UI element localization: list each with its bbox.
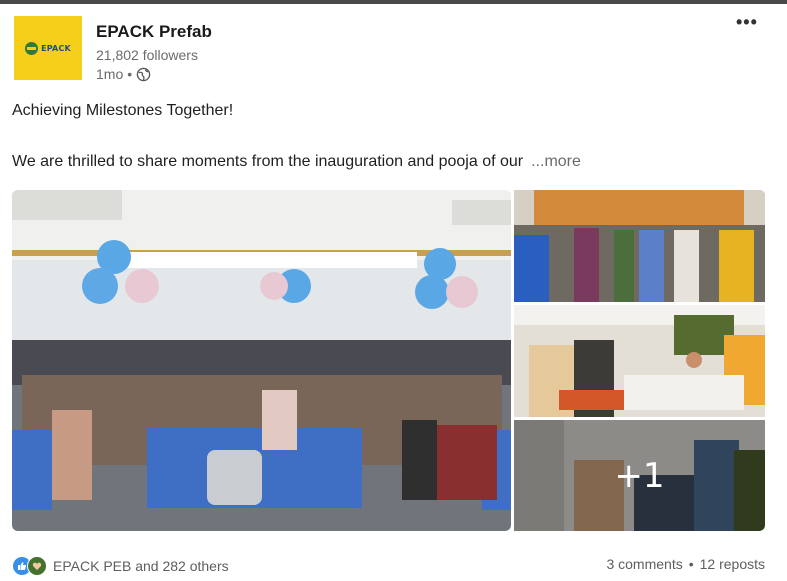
photo-pooja-ritual[interactable] [514,305,765,417]
globe-icon [136,67,151,81]
more-images-count[interactable]: +1 [514,420,765,531]
main-photo-team-group[interactable] [12,190,511,531]
post-body-text: We are thrilled to share moments from th… [12,153,524,170]
team-photo-image [12,190,511,531]
logo-text: EPACK [41,43,71,53]
reposts-count-link[interactable]: 12 reposts [700,556,765,572]
ribbon-photo-image [514,190,765,302]
counts-separator: • [688,556,694,572]
logo-globe-icon [25,41,39,55]
post-meta: 1mo • [96,66,151,82]
author-name[interactable]: EPACK Prefab [96,22,212,42]
post-body: We are thrilled to share moments from th… [12,153,581,171]
post-headline: Achieving Milestones Together! [12,102,234,119]
see-more-link[interactable]: ...more [531,153,581,170]
engagement-counts: 3 comments • 12 reposts [606,556,765,572]
follower-count: 21,802 followers [96,47,198,63]
reactions-summary[interactable]: EPACK PEB and 282 others [12,556,229,576]
photo-more-images[interactable]: +1 [514,420,765,531]
post-time: 1mo [96,66,124,82]
more-options-icon[interactable]: ••• [736,12,758,33]
photo-ribbon-ceremony[interactable] [514,190,765,302]
reaction-icons [12,556,47,576]
company-logo[interactable]: EPACK [14,16,82,80]
comments-count-link[interactable]: 3 comments [606,556,682,572]
logo-mark: EPACK [25,41,71,55]
meta-separator: • [127,66,133,82]
pooja-photo-image [514,305,765,417]
reactions-count-text: EPACK PEB and 282 others [53,558,229,574]
support-reaction-icon [27,556,47,576]
